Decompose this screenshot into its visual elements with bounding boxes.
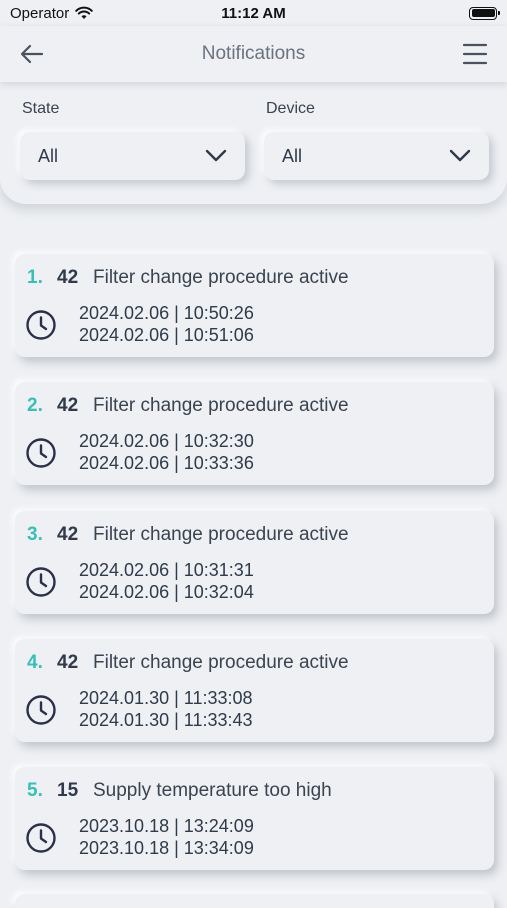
notification-start-time: 2023.10.18 | 13:24:09 [79,816,254,836]
nav-bar: Notifications [0,26,507,82]
device-select-value: All [282,145,303,166]
notification-header: 3. 42 Filter change procedure active [27,524,349,546]
filter-panel: Notifications State Device All All [0,26,507,204]
notification-header: 5. 15 Supply temperature too high [27,780,332,802]
state-select[interactable]: All [20,132,245,180]
notification-message: Supply temperature too high [93,780,332,801]
notification-header: 1. 42 Filter change procedure active [27,267,349,289]
clock-icon [26,695,56,725]
notification-message: Filter change procedure active [93,524,349,545]
hamburger-menu-icon[interactable] [461,40,489,68]
notification-index: 5. [27,780,43,801]
notification-times: 2024.02.06 | 10:32:30 2024.02.06 | 10:33… [79,430,254,474]
notification-card[interactable]: 2. 42 Filter change procedure active 202… [15,382,494,485]
notification-header: 2. 42 Filter change procedure active [27,395,349,417]
notification-message: Filter change procedure active [93,267,349,288]
notification-code: 42 [57,395,79,416]
clock-icon [26,567,56,597]
state-select-value: All [38,145,59,166]
notification-card[interactable]: 5. 15 Supply temperature too high 2023.1… [15,767,494,870]
notification-end-time: 2024.02.06 | 10:51:06 [79,325,254,345]
notification-header: 4. 42 Filter change procedure active [27,652,349,674]
chevron-down-icon [205,149,227,162]
notification-start-time: 2024.02.06 | 10:31:31 [79,560,254,580]
notification-start-time: 2024.01.30 | 11:33:08 [79,688,253,708]
notification-times: 2024.01.30 | 11:33:08 2024.01.30 | 11:33… [79,687,253,731]
status-left: Operator [10,4,94,22]
clock-icon [26,438,56,468]
notification-card[interactable]: 4. 42 Filter change procedure active 202… [15,639,494,742]
carrier-label: Operator [10,4,70,22]
notification-card[interactable]: 1. 42 Filter change procedure active 202… [15,254,494,357]
notification-message: Filter change procedure active [93,652,349,673]
status-bar: Operator 11:12 AM [0,0,507,26]
page-title: Notifications [201,43,306,64]
state-filter-label: State [22,100,60,117]
clock-icon [26,823,56,853]
battery-icon [469,6,500,20]
notification-card-partial[interactable] [15,894,494,908]
notification-code: 15 [57,780,79,801]
notification-end-time: 2024.01.30 | 11:33:43 [79,710,253,730]
notification-end-time: 2024.02.06 | 10:32:04 [79,582,254,602]
notification-start-time: 2024.02.06 | 10:50:26 [79,303,254,323]
device-select[interactable]: All [264,132,489,180]
notification-index: 4. [27,652,43,673]
wifi-icon [75,6,94,19]
notification-end-time: 2023.10.18 | 13:34:09 [79,838,254,858]
clock-icon [26,310,56,340]
chevron-down-icon [449,149,471,162]
notification-times: 2024.02.06 | 10:31:31 2024.02.06 | 10:32… [79,559,254,603]
notification-end-time: 2024.02.06 | 10:33:36 [79,453,254,473]
notification-index: 3. [27,524,43,545]
notification-times: 2023.10.18 | 13:24:09 2023.10.18 | 13:34… [79,815,254,859]
notification-index: 2. [27,395,43,416]
device-filter-label: Device [266,100,315,117]
notification-start-time: 2024.02.06 | 10:32:30 [79,431,254,451]
battery-fill [471,9,495,17]
notification-code: 42 [57,652,79,673]
notification-code: 42 [57,524,79,545]
notification-message: Filter change procedure active [93,395,349,416]
notification-index: 1. [27,267,43,288]
notification-card[interactable]: 3. 42 Filter change procedure active 202… [15,511,494,614]
notification-code: 42 [57,267,79,288]
notification-times: 2024.02.06 | 10:50:26 2024.02.06 | 10:51… [79,302,254,346]
